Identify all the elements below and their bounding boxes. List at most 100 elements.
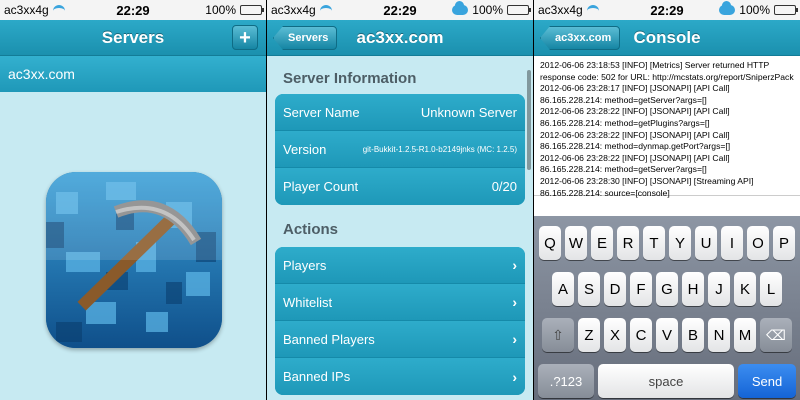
key-c[interactable]: C (630, 318, 652, 352)
key-w[interactable]: W (565, 226, 587, 260)
key-z[interactable]: Z (578, 318, 600, 352)
battery-icon (507, 5, 531, 15)
carrier-name: ac3xx4g (538, 3, 583, 17)
chevron-right-icon: › (512, 257, 517, 273)
console-screen: ac3xx4g 22:29 100% ac3xx.com Console 201… (534, 0, 800, 400)
keyboard-row-3: ⇧ ZXCVBNM ⌫ (534, 318, 800, 352)
key-i[interactable]: I (721, 226, 743, 260)
send-key[interactable]: Send (738, 364, 796, 398)
key-n[interactable]: N (708, 318, 730, 352)
key-j[interactable]: J (708, 272, 730, 306)
key-u[interactable]: U (695, 226, 717, 260)
key-x[interactable]: X (604, 318, 626, 352)
key-b[interactable]: B (682, 318, 704, 352)
key-q[interactable]: Q (539, 226, 561, 260)
key-m[interactable]: M (734, 318, 756, 352)
back-to-server-button[interactable]: ac3xx.com (540, 26, 621, 50)
status-time: 22:29 (116, 2, 150, 18)
pickaxe-icon (46, 172, 222, 348)
actions-group: Players › Whitelist › Banned Players › B… (275, 247, 525, 395)
scrollbar[interactable] (527, 70, 531, 170)
keyboard-row-1: QWERTYUIOP (534, 226, 800, 260)
log-line: 2012-06-06 23:28:17 [INFO] [JSONAPI] [AP… (540, 83, 730, 105)
server-detail-screen: ac3xx4g 22:29 100% Servers ac3xx.com Ser… (267, 0, 533, 400)
battery-percent: 100% (472, 3, 503, 17)
keyboard: QWERTYUIOP ASDFGHJKL ⇧ ZXCVBNM ⌫ .?123 s… (534, 216, 800, 400)
log-line: 2012-06-06 23:28:30 [INFO] [JSONAPI] [St… (540, 175, 754, 198)
wifi-icon (319, 5, 332, 15)
server-info-group: Server Name Unknown Server Version git-B… (275, 94, 525, 205)
add-server-button[interactable]: + (232, 25, 258, 50)
carrier-label: ac3xx4g (271, 3, 332, 17)
key-r[interactable]: R (617, 226, 639, 260)
battery-percent: 100% (739, 3, 770, 17)
chevron-right-icon: › (512, 331, 517, 347)
status-time: 22:29 (383, 2, 417, 18)
player-count-value: 0/20 (491, 179, 517, 194)
servers-screen: ac3xx4g 22:29 100% Servers + ac3xx.com (0, 0, 266, 400)
action-label: Banned IPs (283, 369, 351, 384)
action-players[interactable]: Players › (275, 247, 525, 284)
player-count-label: Player Count (283, 179, 359, 194)
status-right: 100% (452, 1, 531, 17)
nav-bar: ac3xx.com Console (534, 20, 800, 56)
key-k[interactable]: K (734, 272, 756, 306)
back-to-servers-button[interactable]: Servers (273, 26, 338, 50)
wifi-icon (52, 5, 65, 15)
version-row: Version git-Bukkit-1.2.5-R1.0-b2149jnks … (275, 131, 525, 168)
action-label: Players (283, 257, 327, 273)
cloud-icon (452, 1, 469, 15)
action-label: Banned Players (283, 331, 375, 347)
carrier-label: ac3xx4g (4, 3, 65, 17)
space-key[interactable]: space (598, 364, 734, 398)
keyboard-row-2: ASDFGHJKL (534, 272, 800, 306)
nav-bar: Servers ac3xx.com (267, 20, 533, 56)
wifi-icon (586, 5, 599, 15)
key-o[interactable]: O (747, 226, 769, 260)
key-f[interactable]: F (630, 272, 652, 306)
app-logo-icon (46, 172, 222, 348)
key-s[interactable]: S (578, 272, 600, 306)
carrier-label: ac3xx4g (538, 3, 599, 17)
key-p[interactable]: P (773, 226, 795, 260)
console-log[interactable]: 2012-06-06 23:18:53 [INFO] [Metrics] Ser… (534, 56, 800, 198)
action-whitelist[interactable]: Whitelist › (275, 284, 525, 321)
key-t[interactable]: T (643, 226, 665, 260)
key-e[interactable]: E (591, 226, 613, 260)
server-list-item[interactable]: ac3xx.com (0, 56, 266, 92)
battery-icon (774, 5, 798, 15)
shift-key[interactable]: ⇧ (542, 318, 574, 352)
nav-title: Console (633, 27, 701, 47)
key-l[interactable]: L (760, 272, 782, 306)
status-time: 22:29 (650, 2, 684, 18)
key-y[interactable]: Y (669, 226, 691, 260)
keyboard-row-3-letters: ZXCVBNM (578, 318, 756, 352)
status-bar: ac3xx4g 22:29 100% (534, 0, 800, 20)
server-name-value: Unknown Server (420, 104, 517, 120)
version-value: git-Bukkit-1.2.5-R1.0-b2149jnks (MC: 1.2… (362, 144, 517, 154)
log-line: 2012-06-06 23:28:22 [INFO] [JSONAPI] [AP… (540, 129, 731, 152)
key-d[interactable]: D (604, 272, 626, 306)
action-banned-players[interactable]: Banned Players › (275, 321, 525, 358)
action-banned-ips[interactable]: Banned IPs › (275, 358, 525, 395)
section-actions: Actions (283, 221, 339, 238)
key-v[interactable]: V (656, 318, 678, 352)
carrier-name: ac3xx4g (271, 3, 316, 17)
battery-icon (240, 5, 264, 15)
server-name-label: Server Name (283, 104, 360, 120)
key-h[interactable]: H (682, 272, 704, 306)
version-label: Version (283, 141, 327, 157)
player-count-row: Player Count 0/20 (275, 168, 525, 205)
chevron-right-icon: › (512, 368, 517, 385)
nav-title: ac3xx.com (356, 27, 444, 47)
battery-percent: 100% (205, 3, 236, 17)
status-bar: ac3xx4g 22:29 100% (0, 0, 266, 20)
log-line: 2012-06-06 23:18:53 [INFO] [Metrics] Ser… (540, 60, 794, 82)
log-line: 2012-06-06 23:28:22 [INFO] [JSONAPI] [AP… (540, 106, 730, 128)
key-a[interactable]: A (552, 272, 574, 306)
backspace-key[interactable]: ⌫ (760, 318, 792, 352)
status-right: 100% (205, 3, 264, 17)
key-g[interactable]: G (656, 272, 678, 306)
section-server-information: Server Information (283, 70, 417, 87)
numbers-key[interactable]: .?123 (538, 364, 594, 398)
